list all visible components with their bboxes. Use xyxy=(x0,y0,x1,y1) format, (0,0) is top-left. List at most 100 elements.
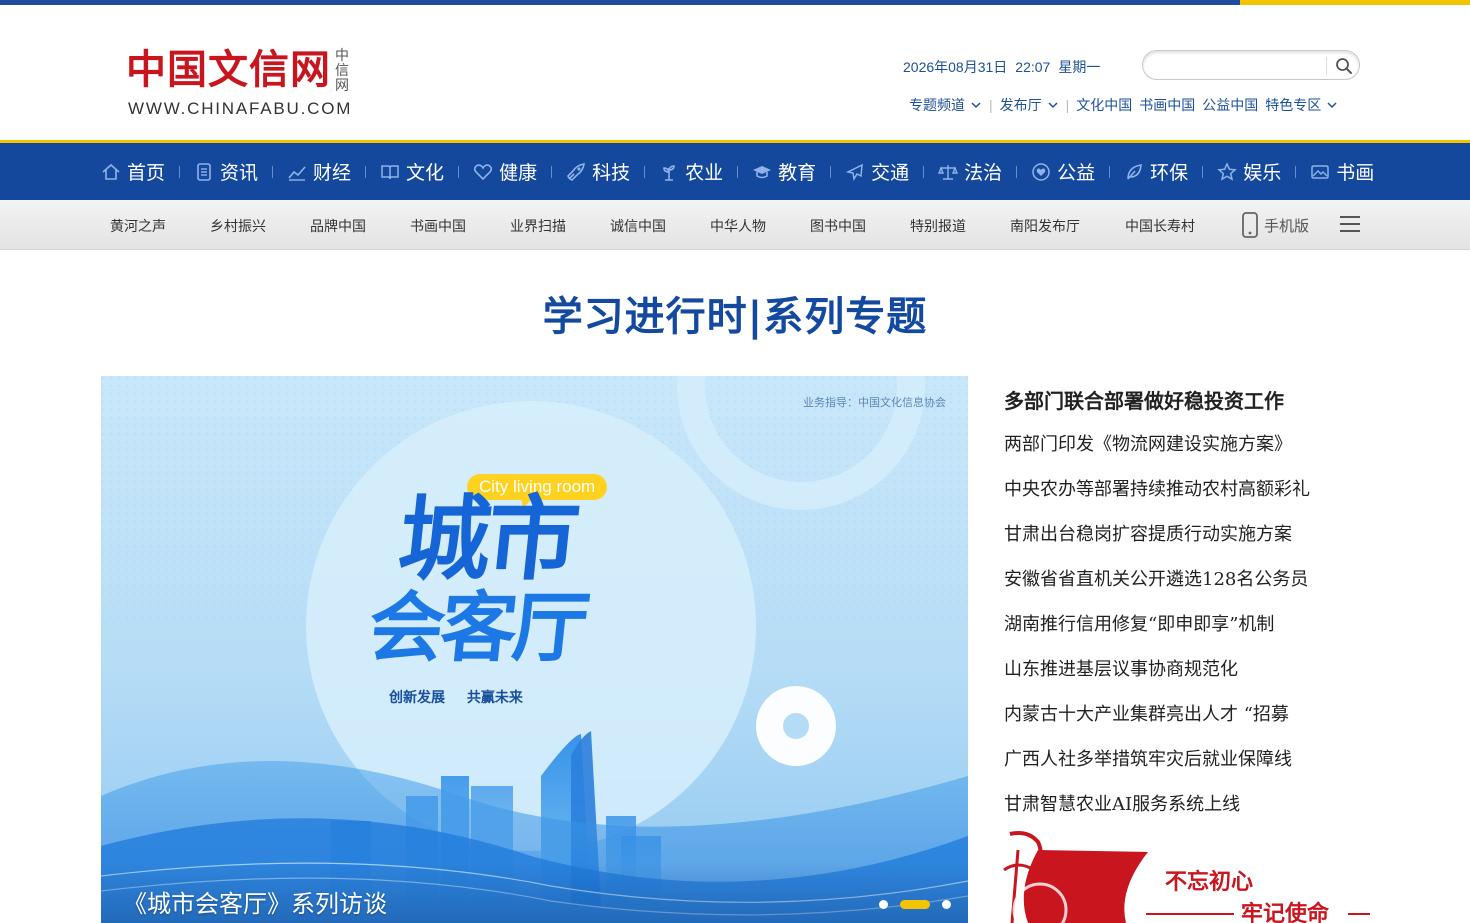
current-time: 22:07 xyxy=(1015,59,1051,75)
nav-item-label: 文化 xyxy=(406,163,445,184)
charity-china-link[interactable]: 公益中国 xyxy=(1202,95,1258,115)
search-icon[interactable] xyxy=(1333,55,1355,77)
sub-nav-item-chinese-figures[interactable]: 中华人物 xyxy=(710,216,766,236)
rocket-icon xyxy=(567,162,586,181)
top-accent-stripe-gold xyxy=(1240,0,1470,5)
news-list-item[interactable]: 甘肃智慧农业AI服务系统上线 xyxy=(1004,790,1310,835)
news-list-item[interactable]: 两部门印发《物流网建设实施方案》 xyxy=(1004,430,1310,475)
sub-nav-item-longevity-village[interactable]: 中国长寿村 xyxy=(1125,216,1195,236)
link-separator: | xyxy=(1065,97,1070,113)
mobile-version-link[interactable]: 手机版 xyxy=(1240,211,1309,239)
sub-nav-item-special-report[interactable]: 特别报道 xyxy=(910,216,966,236)
nav-item-label: 科技 xyxy=(592,163,631,184)
picture-icon xyxy=(1311,164,1329,179)
culture-china-link[interactable]: 文化中国 xyxy=(1076,95,1132,115)
mobile-phone-icon xyxy=(1242,212,1258,238)
sub-nav-item-rural-revitalization[interactable]: 乡村振兴 xyxy=(210,216,266,236)
nav-item-label: 健康 xyxy=(499,163,538,184)
carousel-dot[interactable] xyxy=(879,900,888,909)
logo-vertical-abbr: 中信网 xyxy=(335,47,349,93)
sub-nav-item-painting-china[interactable]: 书画中国 xyxy=(410,216,466,236)
sub-nav-item-books-china[interactable]: 图书中国 xyxy=(810,216,866,236)
chevron-down-icon xyxy=(1048,102,1058,109)
sub-nav-item-brand-china[interactable]: 品牌中国 xyxy=(310,216,366,236)
banner-title-line1: 城市 xyxy=(393,486,581,593)
hamburger-menu-icon[interactable] xyxy=(1339,214,1361,234)
scales-icon xyxy=(938,164,959,180)
nav-item-painting[interactable]: 书画 xyxy=(1310,158,1374,185)
news-list-item[interactable]: 甘肃出台稳岗扩容提质行动实施方案 xyxy=(1004,520,1310,565)
search-input[interactable] xyxy=(1153,55,1323,75)
nav-item-health[interactable]: 健康 xyxy=(473,158,537,185)
nav-item-label: 法治 xyxy=(964,163,1003,184)
nav-item-label: 交通 xyxy=(871,163,910,184)
featured-zone-label: 特色专区 xyxy=(1265,97,1322,113)
promo-slogan-line2: 牢记使命 xyxy=(1241,901,1330,923)
link-separator: | xyxy=(989,97,993,113)
nav-separator xyxy=(737,165,739,178)
nav-item-entertainment[interactable]: 娱乐 xyxy=(1217,158,1281,185)
nav-item-finance[interactable]: 财经 xyxy=(287,158,351,185)
header-quick-links: 专题频道 | 发布厅 | 文化中国 书画中国 公益中国 特色专区 xyxy=(909,95,1338,115)
promo-banner[interactable]: 不忘初心 牢记使命 xyxy=(998,830,1378,923)
nav-item-home[interactable]: 首页 xyxy=(101,158,165,185)
carousel-pagination xyxy=(873,900,957,909)
current-weekday: 星期一 xyxy=(1058,59,1101,75)
nav-item-education[interactable]: 教育 xyxy=(752,158,816,185)
promo-party-emblem xyxy=(1003,831,1148,923)
news-list-item[interactable]: 安徽省省直机关公开遴选128名公务员 xyxy=(1004,565,1310,610)
special-channel-dropdown[interactable]: 专题频道 xyxy=(909,95,982,115)
nav-separator xyxy=(1295,165,1297,178)
nav-item-transport[interactable]: 交通 xyxy=(845,158,909,185)
news-list: 两部门印发《物流网建设实施方案》 中央农办等部署持续推动农村高额彩礼 甘肃出台稳… xyxy=(1004,430,1310,835)
news-list-item[interactable]: 中央农办等部署持续推动农村高额彩礼 xyxy=(1004,475,1310,520)
sub-nav-item-integrity-china[interactable]: 诚信中国 xyxy=(610,216,666,236)
logo-url: WWW.CHINAFABU.COM xyxy=(128,99,353,118)
nav-separator xyxy=(644,165,646,178)
chart-icon xyxy=(288,165,306,181)
nav-item-tech[interactable]: 科技 xyxy=(566,158,630,185)
promo-slogan-line1: 不忘初心 xyxy=(1165,869,1254,895)
press-release-dropdown[interactable]: 发布厅 xyxy=(1000,95,1059,115)
sub-nav-item-yellow-river[interactable]: 黄河之声 xyxy=(110,216,166,236)
search-box xyxy=(1142,50,1360,80)
site-logo[interactable]: 中国文信网 中信网 WWW.CHINAFABU.COM xyxy=(126,46,356,122)
carousel-dot[interactable] xyxy=(900,900,930,909)
nav-separator xyxy=(1202,165,1204,178)
news-list-item[interactable]: 内蒙古十大产业集群亮出人才 “招募 xyxy=(1004,700,1310,745)
search-divider xyxy=(1326,57,1327,75)
sub-nav-item-nanyang-press[interactable]: 南阳发布厅 xyxy=(1010,216,1080,236)
nav-item-charity[interactable]: 公益 xyxy=(1031,158,1095,185)
logo-chinese-name: 中国文信网 xyxy=(126,46,331,93)
banner-caption[interactable]: 《城市会客厅》系列访谈 xyxy=(123,884,387,919)
graduation-cap-icon xyxy=(753,165,772,178)
plant-icon xyxy=(663,164,675,181)
nav-item-environment[interactable]: 环保 xyxy=(1124,158,1188,185)
topic-title[interactable]: 学习进行时|系列专题 xyxy=(0,284,1470,342)
news-list-item[interactable]: 山东推进基层议事协商规范化 xyxy=(1004,655,1310,700)
special-channel-label: 专题频道 xyxy=(909,97,965,113)
star-icon xyxy=(1217,161,1237,181)
news-list-item[interactable]: 湖南推行信用修复“即申即享”机制 xyxy=(1004,610,1310,655)
painting-china-link[interactable]: 书画中国 xyxy=(1139,95,1195,115)
heart-icon xyxy=(473,163,493,180)
promo-rule-right xyxy=(1348,913,1370,915)
carousel-dot[interactable] xyxy=(942,900,951,909)
featured-zone-dropdown[interactable]: 特色专区 xyxy=(1265,95,1338,115)
nav-item-label: 首页 xyxy=(127,163,166,184)
sub-nav: 黄河之声 乡村振兴 品牌中国 书画中国 业界扫描 诚信中国 中华人物 图书中国 … xyxy=(0,200,1470,250)
chevron-down-icon xyxy=(971,102,981,109)
nav-item-news[interactable]: 资讯 xyxy=(194,158,258,185)
news-list-item[interactable]: 广西人社多举措筑牢灾后就业保障线 xyxy=(1004,745,1310,790)
current-date: 2026年08月31日 xyxy=(903,59,1008,75)
promo-rule-left xyxy=(1146,913,1234,915)
sub-nav-item-industry-scan[interactable]: 业界扫描 xyxy=(510,216,566,236)
news-icon xyxy=(197,162,211,181)
nav-item-culture[interactable]: 文化 xyxy=(380,158,444,185)
nav-item-law[interactable]: 法治 xyxy=(938,158,1002,185)
news-headline[interactable]: 多部门联合部署做好稳投资工作 xyxy=(1004,385,1284,414)
nav-item-agriculture[interactable]: 农业 xyxy=(659,158,723,185)
nav-separator xyxy=(458,165,460,178)
banner-carousel[interactable]: 业务指导：中国文化信息协会 City living room 城市 会客厅 创新… xyxy=(101,376,968,923)
nav-item-label: 资讯 xyxy=(220,163,259,184)
